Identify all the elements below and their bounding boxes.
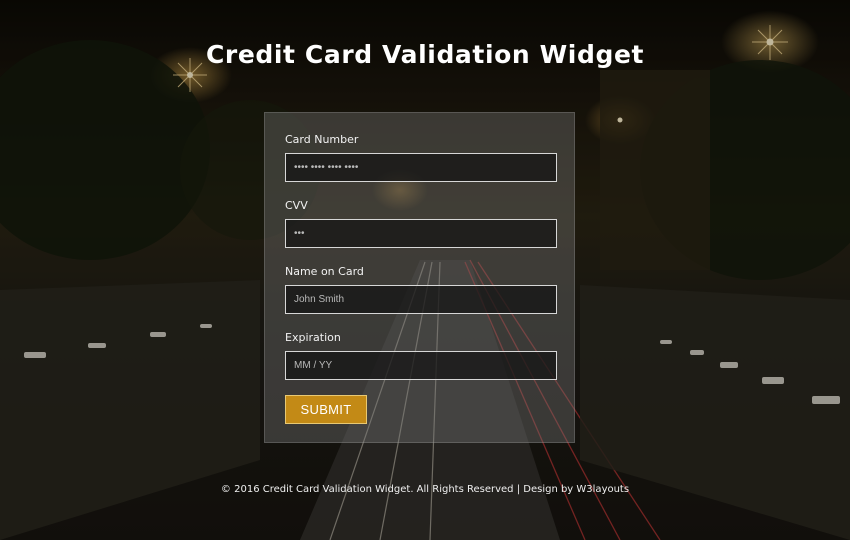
credit-card-form: Card Number CVV Name on Card Expiration … bbox=[264, 112, 575, 443]
footer-designer-link[interactable]: W3layouts bbox=[576, 484, 629, 495]
page-title: Credit Card Validation Widget bbox=[205, 40, 645, 69]
name-on-card-label: Name on Card bbox=[285, 265, 364, 278]
expiration-label: Expiration bbox=[285, 331, 341, 344]
cvv-input[interactable] bbox=[285, 219, 557, 248]
submit-button[interactable]: SUBMIT bbox=[285, 395, 367, 424]
expiration-input[interactable] bbox=[285, 351, 557, 380]
footer-copyright: © 2016 Credit Card Validation Widget. Al… bbox=[220, 484, 577, 495]
cvv-label: CVV bbox=[285, 199, 308, 212]
name-on-card-input[interactable] bbox=[285, 285, 557, 314]
card-number-input[interactable] bbox=[285, 153, 557, 182]
footer: © 2016 Credit Card Validation Widget. Al… bbox=[0, 484, 850, 495]
card-number-label: Card Number bbox=[285, 133, 359, 146]
